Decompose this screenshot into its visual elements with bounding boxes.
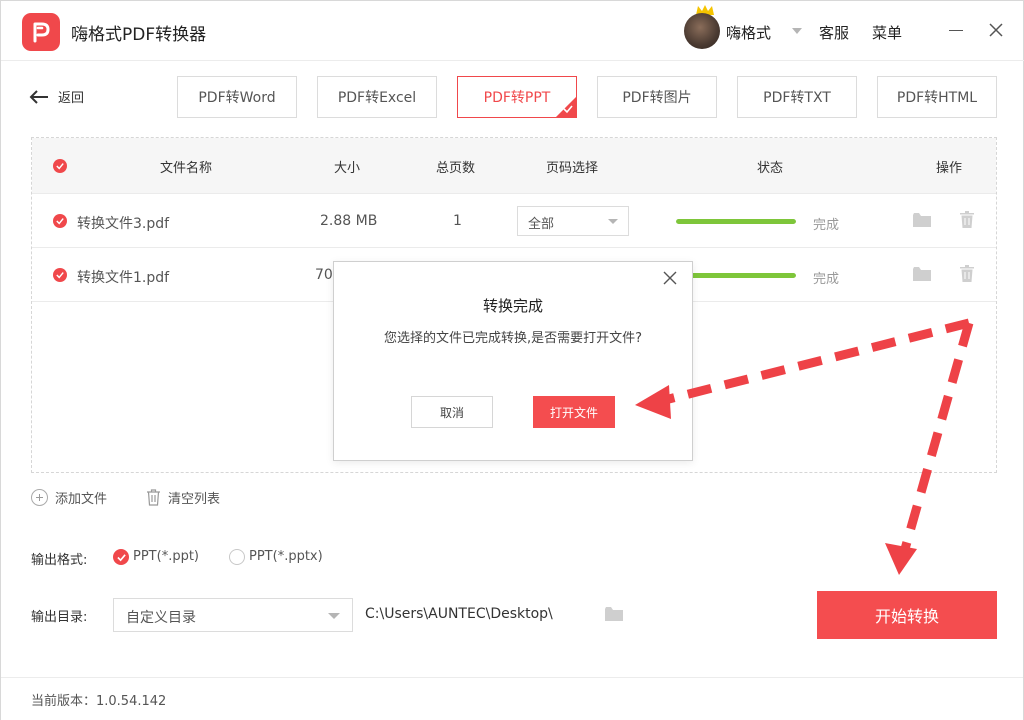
output-dir-label: 输出目录: [31,610,88,625]
browse-folder-icon[interactable] [605,607,623,622]
conversion-complete-dialog: 转换完成 您选择的文件已完成转换,是否需要打开文件? 取消 打开文件 [333,261,693,461]
row-checkbox[interactable] [53,268,67,282]
tab-pdf-to-txt[interactable]: PDF转TXT [737,76,857,118]
status-text: 完成 [813,272,840,287]
dialog-title: 转换完成 [482,297,543,315]
select-all-checkbox[interactable] [53,159,67,173]
version-text: 当前版本：1.0.54.142 [31,694,167,709]
file-size: 2.88 MB [320,213,378,229]
delete-icon[interactable] [960,211,974,228]
title-bar: 嗨格式PDF转换器 嗨格式 客服 菜单 [1,1,1024,61]
delete-icon[interactable] [960,265,974,282]
check-icon [56,218,64,225]
check-icon [56,272,64,279]
open-folder-icon[interactable] [913,213,931,228]
column-header-range: 页码选择 [546,161,599,176]
output-dir-option: 自定义目录 [126,610,196,626]
status-text: 完成 [813,218,840,233]
row-checkbox[interactable] [53,214,67,228]
customer-service-link[interactable]: 客服 [819,22,849,43]
app-logo-icon [22,13,60,51]
radio-ppt-label[interactable]: PPT(*.ppt) [133,549,199,564]
progress-fill [676,273,796,278]
app-title: 嗨格式PDF转换器 [71,25,207,45]
avatar[interactable] [684,13,720,49]
tab-pdf-to-image[interactable]: PDF转图片 [597,76,717,118]
radio-pptx[interactable] [229,549,245,565]
tab-pdf-to-word[interactable]: PDF转Word [177,76,297,118]
column-header-status: 状态 [757,161,784,176]
add-file-label: 添加文件 [55,492,108,507]
output-format-label: 输出格式: [31,553,88,568]
back-button[interactable]: 返回 [29,87,84,106]
output-dir-path: C:\Users\AUNTEC\Desktop\ [365,606,553,622]
progress-bar [676,219,796,224]
output-dir-select[interactable]: 自定义目录 [113,598,353,632]
check-icon [116,553,126,561]
menu-link[interactable]: 菜单 [872,22,902,43]
page-range-value: 全部 [528,217,555,232]
clear-list-button[interactable]: 清空列表 [146,488,220,507]
user-dropdown-icon[interactable] [792,28,802,34]
username[interactable]: 嗨格式 [726,22,771,43]
chevron-down-icon [328,613,340,619]
page-count: 1 [453,213,462,229]
dialog-open-file-button[interactable]: 打开文件 [533,396,615,428]
arrow-left-icon [29,89,48,104]
app-window: 嗨格式PDF转换器 嗨格式 客服 菜单 返回 PDF转Word PDF转Exce… [0,0,1024,720]
table-header: 文件名称 大小 总页数 页码选择 状态 操作 [32,138,996,194]
progress-bar [676,273,796,278]
start-convert-button[interactable]: 开始转换 [817,591,997,639]
radio-pptx-label[interactable]: PPT(*.pptx) [249,549,323,564]
trash-icon [147,489,160,506]
close-window-icon[interactable] [988,22,1004,38]
open-folder-icon[interactable] [913,267,931,282]
table-row: 转换文件3.pdf 2.88 MB 1 全部 完成 [32,194,996,248]
arrowhead-down-icon [885,543,917,575]
tab-pdf-to-html[interactable]: PDF转HTML [877,76,997,118]
page-range-select[interactable]: 全部 [517,206,629,236]
tab-pdf-to-ppt[interactable]: PDF转PPT [457,76,577,118]
column-header-pages: 总页数 [436,161,476,176]
minimize-icon[interactable] [949,30,963,31]
back-label: 返回 [58,91,85,106]
file-name: 转换文件1.pdf [77,270,170,286]
column-header-name: 文件名称 [160,161,213,176]
check-icon [56,163,64,170]
clear-list-label: 清空列表 [168,492,221,507]
chevron-down-icon [608,219,618,224]
add-file-button[interactable]: 添加文件 [31,488,107,507]
dialog-message: 您选择的文件已完成转换,是否需要打开文件? [383,331,643,346]
file-name: 转换文件3.pdf [77,216,170,232]
status-bar: 当前版本：1.0.54.142 [1,677,1023,720]
close-icon[interactable] [663,271,677,285]
progress-fill [676,219,796,224]
radio-ppt[interactable] [113,549,129,565]
dialog-cancel-button[interactable]: 取消 [411,396,493,428]
check-icon [563,105,573,114]
column-header-size: 大小 [334,161,361,176]
column-header-actions: 操作 [936,161,963,176]
tab-pdf-to-excel[interactable]: PDF转Excel [317,76,437,118]
plus-circle-icon [31,489,48,506]
tab-pdf-to-ppt-label: PDF转PPT [483,90,551,106]
